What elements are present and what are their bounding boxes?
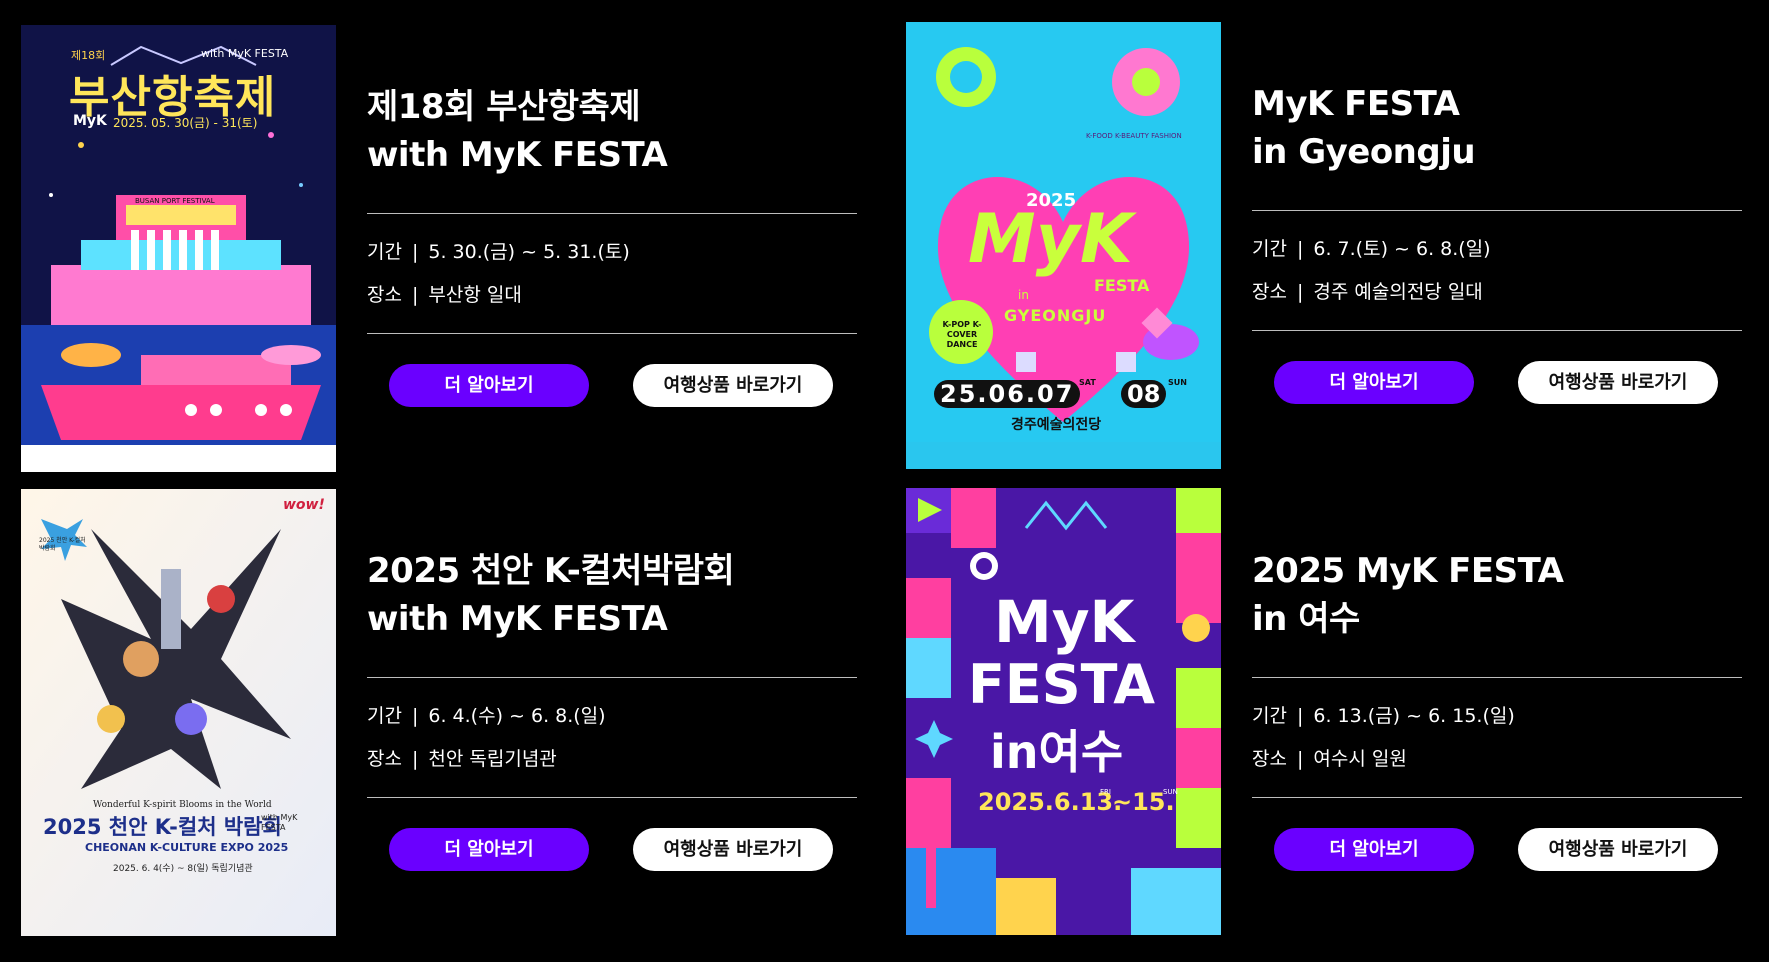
learn-more-button[interactable]: 더 알아보기: [389, 828, 589, 871]
event-title: 2025 MyK FESTA in 여수: [1252, 547, 1742, 643]
poster-cheonan-tagline: Wonderful K-spirit Blooms in the World: [93, 800, 272, 810]
travel-product-button[interactable]: 여행상품 바로가기: [633, 828, 833, 871]
event-title-line2: in Gyeongju: [1252, 132, 1476, 172]
event-title-line1: 2025 천안 K-컬처박람회: [367, 551, 735, 591]
divider: [367, 677, 857, 678]
poster-yeosu-sun: SUN: [1163, 788, 1178, 796]
period-label: 기간: [1252, 705, 1287, 727]
divider: [1252, 210, 1742, 211]
event-title-line2: in 여수: [1252, 599, 1360, 639]
place-value: 여수시 일원: [1313, 748, 1407, 770]
place-value: 부산항 일대: [428, 284, 522, 306]
poster-yeosu-line1: MyK: [994, 588, 1135, 656]
poster-yeosu[interactable]: MyK FESTA in여수 2025.6.13. FRI ~15. SUN: [906, 488, 1221, 935]
event-place: 장소 | 경주 예술의전당 일대: [1252, 281, 1483, 303]
poster-cheonan[interactable]: 2025 천안 K-컬처박람회 wow! Wonderful K-spirit …: [21, 489, 336, 936]
poster-cheonan-wow: wow!: [283, 497, 325, 513]
event-title-line2: with MyK FESTA: [367, 599, 668, 639]
poster-gyeongju[interactable]: 2025 MyK FESTA in GYEONGJU K-POP K-COVER…: [906, 22, 1221, 469]
place-label: 장소: [1252, 748, 1287, 770]
place-label: 장소: [1252, 281, 1287, 303]
poster-gyeongju-logo: MyK: [968, 200, 1133, 279]
poster-cheonan-with: with MyK FESTA: [261, 813, 298, 832]
event-place: 장소 | 천안 독립기념관: [367, 748, 557, 770]
poster-busan-brand: MyK: [73, 113, 107, 129]
poster-gyeongju-sat: SAT: [1079, 378, 1096, 387]
travel-product-button[interactable]: 여행상품 바로가기: [1518, 828, 1718, 871]
learn-more-button[interactable]: 더 알아보기: [1274, 828, 1474, 871]
place-value: 경주 예술의전당 일대: [1313, 281, 1483, 303]
poster-gyeongju-festa: FESTA: [1094, 276, 1150, 295]
event-period: 기간 | 6. 4.(수) ~ 6. 8.(일): [367, 705, 606, 727]
event-title-line1: 2025 MyK FESTA: [1252, 551, 1564, 591]
event-period: 기간 | 6. 7.(토) ~ 6. 8.(일): [1252, 238, 1491, 260]
poster-busan-note: BUSAN PORT FESTIVAL: [135, 197, 215, 205]
event-title-line1: MyK FESTA: [1252, 84, 1460, 124]
travel-product-button[interactable]: 여행상품 바로가기: [1518, 361, 1718, 404]
poster-cheonan-corner-tag: 2025 천안 K-컬처박람회: [39, 537, 86, 552]
event-period: 기간 | 6. 13.(금) ~ 6. 15.(일): [1252, 705, 1515, 727]
period-value: 5. 30.(금) ~ 5. 31.(토): [428, 241, 630, 263]
poster-cheonan-english: CHEONAN K-CULTURE EXPO 2025: [85, 841, 289, 854]
event-title: MyK FESTA in Gyeongju: [1252, 80, 1742, 176]
period-label: 기간: [1252, 238, 1287, 260]
learn-more-button[interactable]: 더 알아보기: [389, 364, 589, 407]
poster-gyeongju-city: GYEONGJU: [1004, 306, 1107, 325]
learn-more-button[interactable]: 더 알아보기: [1274, 361, 1474, 404]
poster-yeosu-line2: FESTA: [968, 653, 1156, 716]
poster-busan-date: 2025. 05. 30(금) - 31(토): [113, 116, 258, 130]
place-label: 장소: [367, 748, 402, 770]
travel-product-button[interactable]: 여행상품 바로가기: [633, 364, 833, 407]
divider: [367, 333, 857, 334]
period-value: 6. 7.(토) ~ 6. 8.(일): [1313, 238, 1491, 260]
event-title: 2025 천안 K-컬처박람회 with MyK FESTA: [367, 547, 857, 643]
event-title-line2: with MyK FESTA: [367, 135, 668, 175]
period-value: 6. 4.(수) ~ 6. 8.(일): [428, 705, 606, 727]
poster-yeosu-line3: in여수: [990, 725, 1124, 779]
poster-cheonan-date: 2025. 6. 4(수) ~ 8(일) 독립기념관: [113, 864, 253, 874]
poster-busan[interactable]: 제18회 with MyK FESTA 부산항축제 MyK 2025. 05. …: [21, 25, 336, 472]
divider: [1252, 330, 1742, 331]
place-label: 장소: [367, 284, 402, 306]
period-value: 6. 13.(금) ~ 6. 15.(일): [1313, 705, 1515, 727]
poster-yeosu-fri: FRI: [1100, 788, 1111, 796]
divider: [1252, 677, 1742, 678]
divider: [367, 213, 857, 214]
event-title-line1: 제18회 부산항축제: [367, 87, 641, 127]
event-place: 장소 | 여수시 일원: [1252, 748, 1407, 770]
event-period: 기간 | 5. 30.(금) ~ 5. 31.(토): [367, 241, 630, 263]
period-label: 기간: [367, 241, 402, 263]
event-place: 장소 | 부산항 일대: [367, 284, 522, 306]
poster-busan-top-right: with MyK FESTA: [201, 47, 289, 60]
period-label: 기간: [367, 705, 402, 727]
event-title: 제18회 부산항축제 with MyK FESTA: [367, 83, 857, 179]
place-value: 천안 독립기념관: [428, 748, 557, 770]
poster-gyeongju-venue: 경주예술의전당: [1011, 417, 1102, 433]
divider: [367, 797, 857, 798]
poster-gyeongju-badge: K-POP K-COVER DANCE: [942, 320, 982, 349]
poster-gyeongju-date-left: 25.06.07: [934, 380, 1081, 408]
poster-gyeongju-arc-text: K-FOOD K-BEAUTY FASHION: [1086, 132, 1182, 140]
divider: [1252, 797, 1742, 798]
poster-gyeongju-sun: SUN: [1168, 378, 1187, 387]
poster-gyeongju-date-right: 08: [1121, 380, 1167, 408]
poster-cheonan-title: 2025 천안 K-컬처 박람회: [43, 815, 282, 839]
poster-gyeongju-in: in: [1018, 288, 1029, 302]
